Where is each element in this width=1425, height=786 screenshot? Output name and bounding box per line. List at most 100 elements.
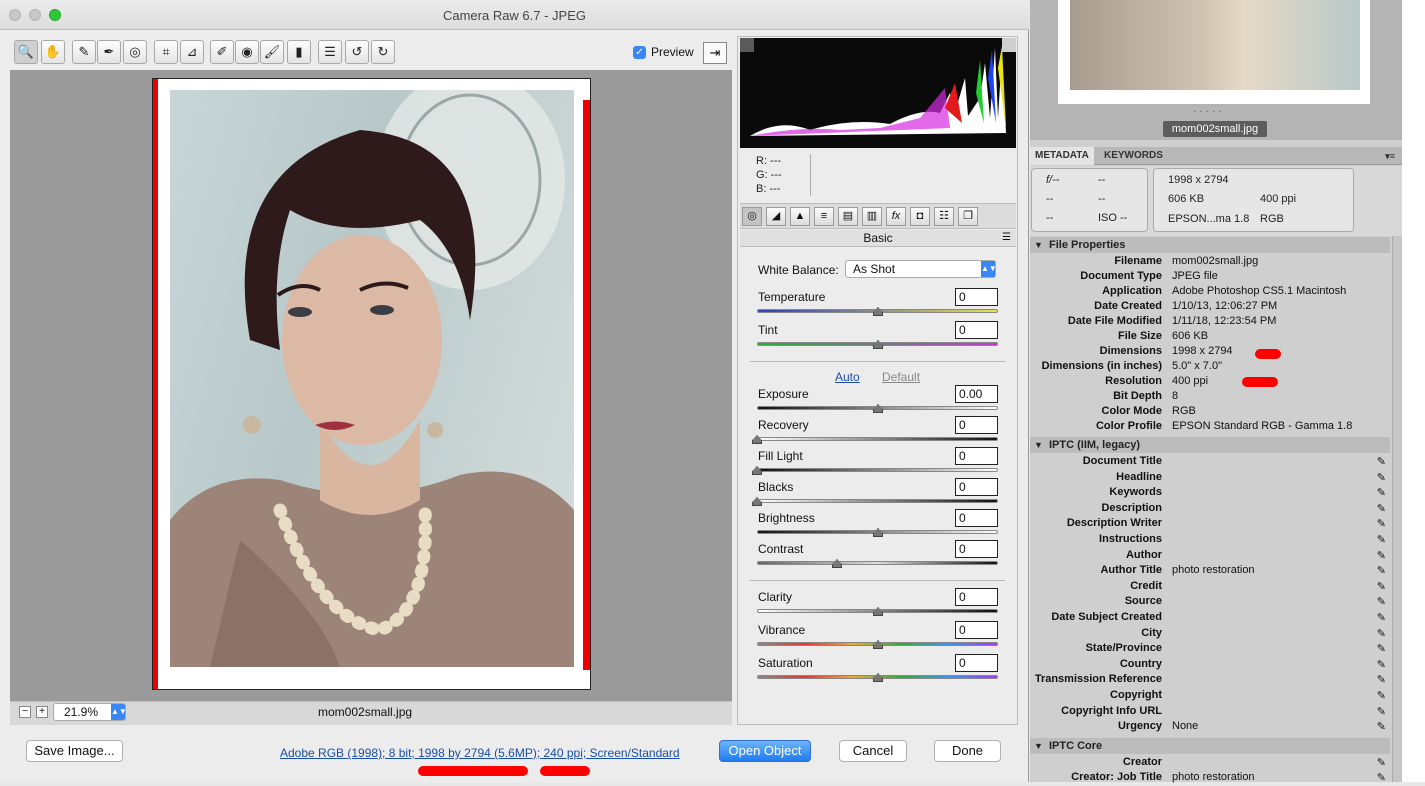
metadata-row[interactable]: Instructions ✎ bbox=[1030, 533, 1390, 548]
slider-value-field[interactable]: 0 bbox=[955, 540, 998, 558]
edit-pencil-icon[interactable]: ✎ bbox=[1377, 564, 1386, 577]
preview-checkbox[interactable]: ✓ bbox=[633, 46, 646, 59]
straighten-tool-icon[interactable]: ⊿ bbox=[180, 40, 204, 64]
zoom-out-button[interactable]: − bbox=[19, 706, 31, 718]
zoom-in-button[interactable]: + bbox=[36, 706, 48, 718]
effects-tab-icon[interactable]: fx bbox=[886, 207, 906, 226]
edit-pencil-icon[interactable]: ✎ bbox=[1377, 627, 1386, 640]
split-toning-tab-icon[interactable]: ▤ bbox=[838, 207, 858, 226]
shadow-clipping-toggle[interactable] bbox=[740, 38, 754, 52]
open-object-button[interactable]: Open Object bbox=[719, 740, 811, 762]
camera-calibration-tab-icon[interactable]: ◘ bbox=[910, 207, 930, 226]
metadata-row[interactable]: Credit ✎ bbox=[1030, 580, 1390, 595]
slider-value-field[interactable]: 0 bbox=[955, 621, 998, 639]
edit-pencil-icon[interactable]: ✎ bbox=[1377, 455, 1386, 468]
slider-value-field[interactable]: 0 bbox=[955, 654, 998, 672]
white-balance-select[interactable]: As Shot ▲▼ bbox=[845, 260, 997, 278]
metadata-value[interactable]: photo restoration bbox=[1172, 771, 1255, 783]
slider-value-field[interactable]: 0 bbox=[955, 321, 998, 339]
white-balance-tool-icon[interactable]: ✎ bbox=[72, 40, 96, 64]
detail-tab-icon[interactable]: ▲ bbox=[790, 207, 810, 226]
metadata-row[interactable]: Creator: Job Title photo restoration ✎ bbox=[1030, 771, 1390, 786]
slider-track[interactable] bbox=[757, 468, 998, 472]
tab-keywords[interactable]: KEYWORDS bbox=[1099, 147, 1168, 165]
hsl-tab-icon[interactable]: ≡ bbox=[814, 207, 834, 226]
panel-menu-icon[interactable]: ☰ bbox=[1002, 232, 1011, 243]
edit-pencil-icon[interactable]: ✎ bbox=[1377, 486, 1386, 499]
edit-pencil-icon[interactable]: ✎ bbox=[1377, 502, 1386, 515]
metadata-row[interactable]: Author Title photo restoration ✎ bbox=[1030, 564, 1390, 579]
edit-pencil-icon[interactable]: ✎ bbox=[1377, 658, 1386, 671]
default-link[interactable]: Default bbox=[882, 370, 920, 384]
metadata-row[interactable]: Date Subject Created ✎ bbox=[1030, 611, 1390, 626]
slider-value-field[interactable]: 0 bbox=[955, 416, 998, 434]
edit-pencil-icon[interactable]: ✎ bbox=[1377, 689, 1386, 702]
metadata-row[interactable]: Document Title ✎ bbox=[1030, 455, 1390, 470]
graduated-filter-icon[interactable]: ▮ bbox=[287, 40, 311, 64]
edit-pencil-icon[interactable]: ✎ bbox=[1377, 549, 1386, 562]
tab-metadata[interactable]: METADATA bbox=[1030, 147, 1094, 165]
metadata-row[interactable]: Author ✎ bbox=[1030, 549, 1390, 564]
edit-pencil-icon[interactable]: ✎ bbox=[1377, 771, 1386, 784]
metadata-row[interactable]: Source ✎ bbox=[1030, 595, 1390, 610]
metadata-row[interactable]: Headline ✎ bbox=[1030, 471, 1390, 486]
done-button[interactable]: Done bbox=[934, 740, 1001, 762]
metadata-value[interactable]: None bbox=[1172, 720, 1198, 732]
zoom-window-button[interactable] bbox=[49, 9, 61, 21]
metadata-row[interactable]: Creator ✎ bbox=[1030, 756, 1390, 771]
basic-tab-icon[interactable]: ◎ bbox=[742, 207, 762, 226]
edit-pencil-icon[interactable]: ✎ bbox=[1377, 705, 1386, 718]
auto-link[interactable]: Auto bbox=[835, 370, 860, 384]
edit-pencil-icon[interactable]: ✎ bbox=[1377, 756, 1386, 769]
fullscreen-toggle-icon[interactable]: ⇥ bbox=[703, 42, 727, 64]
cancel-button[interactable]: Cancel bbox=[839, 740, 907, 762]
metadata-row[interactable]: Copyright Info URL ✎ bbox=[1030, 705, 1390, 720]
metadata-row[interactable]: State/Province ✎ bbox=[1030, 642, 1390, 657]
metadata-row[interactable]: Country ✎ bbox=[1030, 658, 1390, 673]
edit-pencil-icon[interactable]: ✎ bbox=[1377, 471, 1386, 484]
edit-pencil-icon[interactable]: ✎ bbox=[1377, 595, 1386, 608]
edit-pencil-icon[interactable]: ✎ bbox=[1377, 580, 1386, 593]
metadata-value[interactable]: photo restoration bbox=[1172, 564, 1255, 576]
red-eye-icon[interactable]: ◉ bbox=[235, 40, 259, 64]
metadata-row[interactable]: Copyright ✎ bbox=[1030, 689, 1390, 704]
metadata-scrollbar[interactable] bbox=[1392, 236, 1402, 782]
metadata-section-header[interactable]: ▼ IPTC Core bbox=[1030, 737, 1390, 754]
workflow-options-link[interactable]: Adobe RGB (1998); 8 bit; 1998 by 2794 (5… bbox=[280, 746, 680, 760]
color-sampler-icon[interactable]: ✒ bbox=[97, 40, 121, 64]
metadata-section-header[interactable]: ▼ IPTC (IIM, legacy) bbox=[1030, 437, 1390, 453]
snapshots-tab-icon[interactable]: ❐ bbox=[958, 207, 978, 226]
metadata-row[interactable]: Description ✎ bbox=[1030, 502, 1390, 517]
lens-corrections-tab-icon[interactable]: ▥ bbox=[862, 207, 882, 226]
adjustment-brush-icon[interactable]: 🖌 bbox=[260, 40, 284, 64]
slider-value-field[interactable]: 0 bbox=[955, 588, 998, 606]
metadata-row[interactable]: Keywords ✎ bbox=[1030, 486, 1390, 501]
photo-preview[interactable] bbox=[170, 90, 574, 667]
slider-track[interactable] bbox=[757, 561, 998, 565]
slider-value-field[interactable]: 0 bbox=[955, 509, 998, 527]
save-image-button[interactable]: Save Image... bbox=[26, 740, 123, 762]
thumbnail-image[interactable] bbox=[1070, 0, 1360, 90]
targeted-adjustment-icon[interactable]: ◎ bbox=[123, 40, 147, 64]
slider-value-field[interactable]: 0 bbox=[955, 288, 998, 306]
edit-pencil-icon[interactable]: ✎ bbox=[1377, 611, 1386, 624]
crop-tool-icon[interactable]: ⌗ bbox=[154, 40, 178, 64]
presets-tab-icon[interactable]: ☷ bbox=[934, 207, 954, 226]
tone-curve-tab-icon[interactable]: ◢ bbox=[766, 207, 786, 226]
rotate-ccw-icon[interactable]: ↺ bbox=[345, 40, 369, 64]
edit-pencil-icon[interactable]: ✎ bbox=[1377, 642, 1386, 655]
metadata-row[interactable]: Transmission Reference ✎ bbox=[1030, 673, 1390, 688]
hand-tool-icon[interactable]: ✋ bbox=[41, 40, 65, 64]
edit-pencil-icon[interactable]: ✎ bbox=[1377, 517, 1386, 530]
rotate-cw-icon[interactable]: ↻ bbox=[371, 40, 395, 64]
slider-track[interactable] bbox=[757, 499, 998, 503]
panel-menu-icon[interactable]: ▾≡ bbox=[1380, 147, 1400, 165]
zoom-level-select[interactable]: 21.9% ▲▼ bbox=[53, 703, 127, 721]
zoom-tool-icon[interactable]: 🔍 bbox=[14, 40, 38, 64]
edit-pencil-icon[interactable]: ✎ bbox=[1377, 533, 1386, 546]
slider-value-field[interactable]: 0 bbox=[955, 478, 998, 496]
metadata-row[interactable]: Urgency None ✎ bbox=[1030, 720, 1390, 735]
slider-value-field[interactable]: 0.00 bbox=[955, 385, 998, 403]
preferences-icon[interactable]: ☰ bbox=[318, 40, 342, 64]
edit-pencil-icon[interactable]: ✎ bbox=[1377, 720, 1386, 733]
